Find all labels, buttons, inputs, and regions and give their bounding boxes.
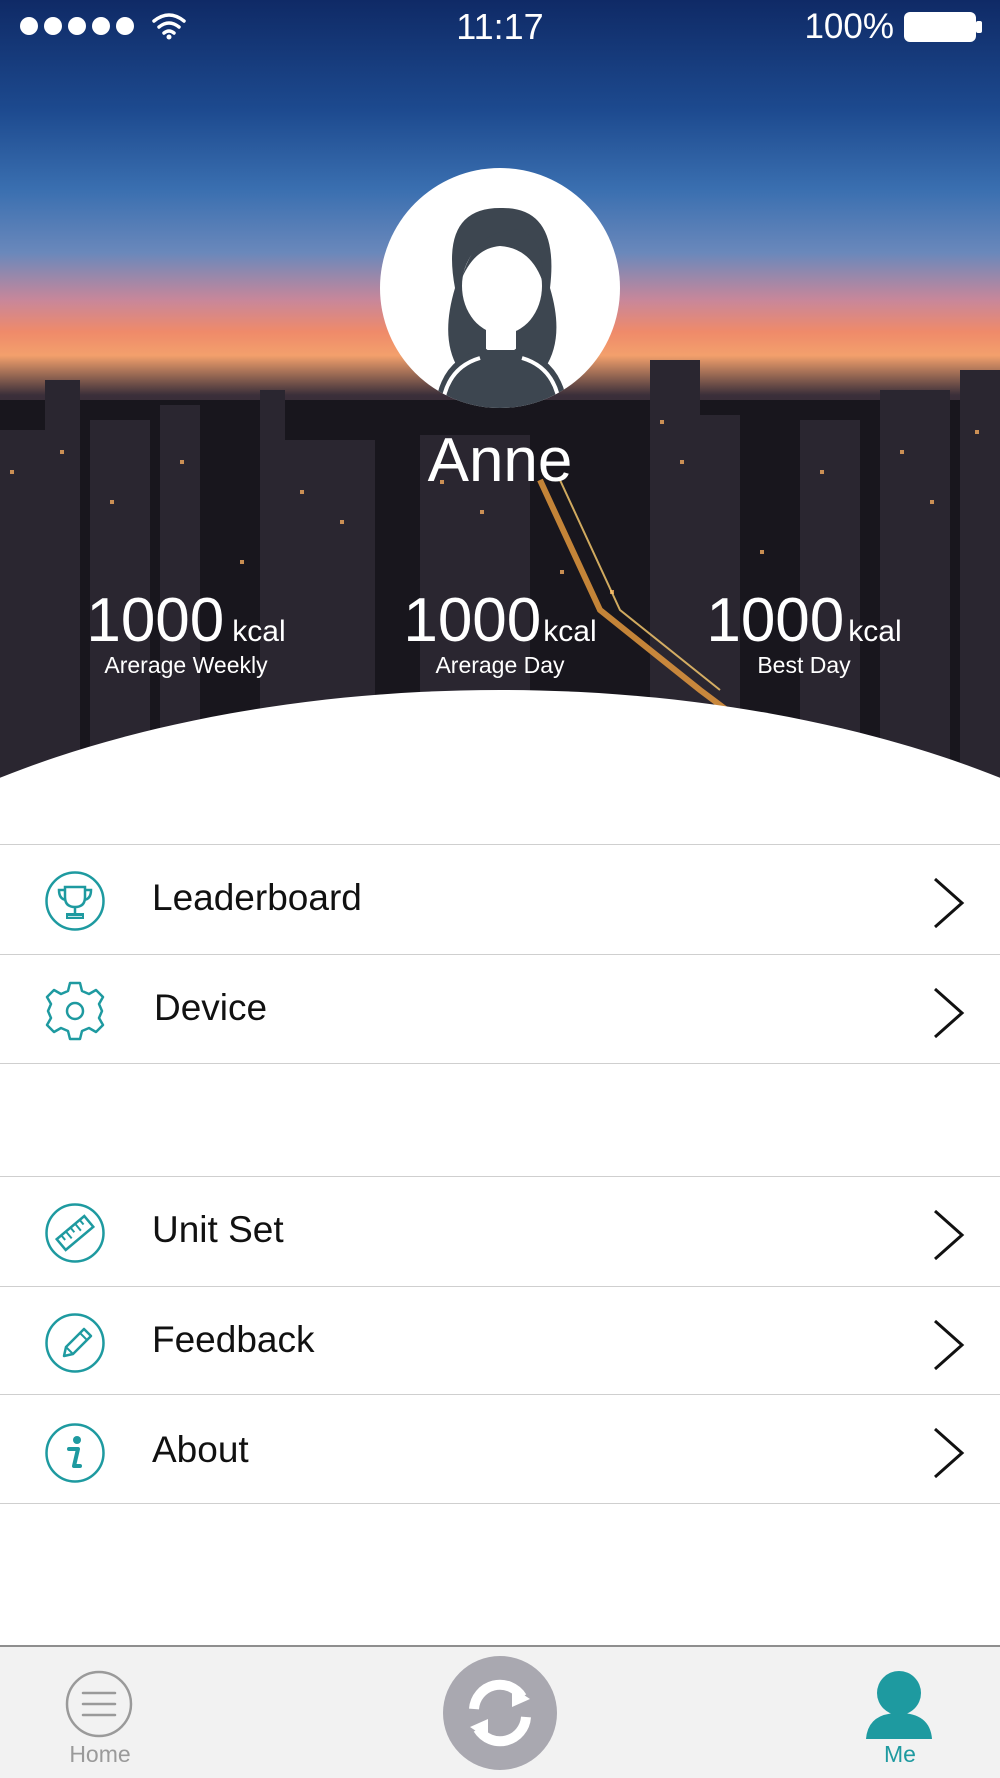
menu-item-label: Unit Set [152, 1209, 284, 1250]
stat-average-weekly: 1000 kcal Arerage Weekly [36, 585, 336, 679]
ruler-icon [45, 1203, 105, 1263]
stat-unit: kcal [232, 615, 286, 648]
status-bar: 11:17 100% [0, 0, 1000, 54]
stat-average-day: 1000kcal Arerage Day [350, 585, 650, 679]
user-name: Anne [427, 426, 573, 495]
stat-unit: kcal [848, 615, 902, 648]
stat-value: 1000 [403, 586, 542, 655]
tab-home[interactable]: Home [40, 1647, 160, 1778]
gear-icon [45, 981, 105, 1041]
stat-value: 1000 [86, 586, 225, 655]
menu-item-leaderboard[interactable]: Leaderboard [0, 844, 1000, 954]
sync-icon [469, 1679, 531, 1747]
user-icon [866, 1671, 932, 1739]
stat-label: Arerage Day [435, 652, 565, 678]
menu-item-about[interactable]: About [0, 1394, 1000, 1504]
menu-item-label: Leaderboard [152, 877, 362, 918]
chevron-right-icon [934, 877, 965, 929]
trophy-icon [45, 871, 105, 931]
battery-percentage: 100% [804, 7, 894, 46]
menu-item-label: About [152, 1429, 249, 1470]
chevron-right-icon [934, 987, 965, 1039]
female-user-icon [435, 207, 568, 408]
stat-unit: kcal [543, 615, 597, 648]
avatar[interactable] [380, 168, 620, 408]
menu-item-unit-set[interactable]: Unit Set [0, 1176, 1000, 1286]
battery-icon [904, 12, 982, 42]
stat-best-day: 1000 kcal Best Day [654, 585, 954, 679]
menu-item-label: Feedback [152, 1319, 315, 1360]
stat-label: Best Day [757, 652, 851, 678]
chevron-right-icon [934, 1209, 965, 1261]
sync-button[interactable] [443, 1656, 557, 1770]
tab-me-label: Me [884, 1741, 916, 1767]
stat-value: 1000 [706, 586, 845, 655]
info-icon [45, 1423, 105, 1483]
menu-lines-icon [65, 1670, 133, 1738]
menu-group-secondary: Unit Set Feedback About [0, 1176, 1000, 1504]
tab-me[interactable]: Me [840, 1647, 960, 1778]
menu-item-feedback[interactable]: Feedback [0, 1286, 1000, 1394]
profile-header: 11:17 100% Anne 1000 kcal Arerage Weekly … [0, 0, 1000, 790]
stat-label: Arerage Weekly [104, 652, 268, 678]
menu-group-primary: Leaderboard Device [0, 844, 1000, 1064]
chevron-right-icon [934, 1427, 965, 1479]
chevron-right-icon [934, 1319, 965, 1371]
menu-item-label: Device [154, 987, 268, 1028]
tab-home-label: Home [69, 1741, 131, 1767]
pencil-icon [45, 1313, 105, 1373]
menu-item-device[interactable]: Device [0, 954, 1000, 1064]
